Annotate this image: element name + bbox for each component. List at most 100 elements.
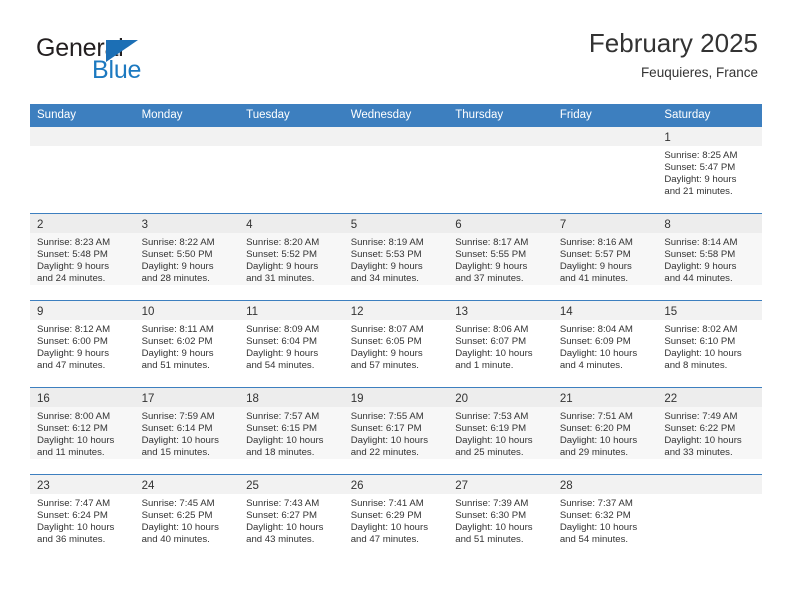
calendar-day-cell[interactable]: 13 Sunrise: 8:06 AM Sunset: 6:07 PM Dayligh…	[448, 300, 553, 388]
day-cell-body	[30, 146, 135, 150]
day-cell-inner: 3 Sunrise: 8:22 AM Sunset: 5:50 PM Daylight…	[134, 214, 240, 300]
sunrise-text: Sunrise: 8:19 AM	[350, 237, 424, 248]
day-cell-inner: 16 Sunrise: 8:00 AM Sunset: 6:12 PM Dayligh…	[30, 388, 135, 474]
calendar-day-cell[interactable]: 23 Sunrise: 7:47 AM Sunset: 6:24 PM Dayligh…	[30, 474, 135, 561]
daylight-text-line1: Daylight: 10 hours	[350, 434, 429, 446]
calendar-day-cell[interactable]: 21 Sunrise: 7:51 AM Sunset: 6:20 PM Dayligh…	[552, 387, 658, 475]
calendar-day-cell[interactable]: 5 Sunrise: 8:19 AM Sunset: 5:53 PM Daylight…	[343, 213, 449, 301]
daylight-text-line1: Daylight: 9 hours	[350, 347, 423, 359]
day-number-band	[343, 127, 449, 146]
daylight-text-line1: Daylight: 10 hours	[664, 347, 742, 359]
day-cell-inner: 19 Sunrise: 7:55 AM Sunset: 6:17 PM Dayligh…	[343, 388, 449, 474]
daylight-text-line1: Daylight: 9 hours	[246, 260, 319, 272]
calendar-day-cell[interactable]: 22 Sunrise: 7:49 AM Sunset: 6:22 PM Dayligh…	[657, 387, 762, 475]
calendar-day-cell[interactable]: 2 Sunrise: 8:23 AM Sunset: 5:48 PM Daylight…	[30, 213, 135, 301]
sunrise-text: Sunrise: 8:09 AM	[246, 324, 320, 335]
calendar-day-cell[interactable]: 27 Sunrise: 7:39 AM Sunset: 6:30 PM Dayligh…	[448, 474, 553, 561]
daylight-text-line1: Daylight: 9 hours	[664, 173, 737, 185]
calendar-week-row: 9 Sunrise: 8:12 AM Sunset: 6:00 PM Daylight…	[30, 300, 762, 388]
calendar-day-cell[interactable]: 16 Sunrise: 8:00 AM Sunset: 6:12 PM Dayligh…	[30, 387, 135, 475]
day-cell-inner: 17 Sunrise: 7:59 AM Sunset: 6:14 PM Dayligh…	[134, 388, 240, 474]
calendar-day-cell-empty	[30, 126, 135, 214]
sunrise-text: Sunrise: 8:12 AM	[37, 324, 111, 335]
calendar-week-row: 2 Sunrise: 8:23 AM Sunset: 5:48 PM Daylight…	[30, 213, 762, 301]
day-number-band: 20	[448, 388, 553, 407]
sunset-text: Sunset: 5:53 PM	[350, 248, 422, 260]
calendar-day-cell[interactable]: 4 Sunrise: 8:20 AM Sunset: 5:52 PM Daylight…	[239, 213, 344, 301]
sunrise-text: Sunrise: 7:45 AM	[141, 498, 215, 509]
sunrise-text: Sunrise: 8:11 AM	[141, 324, 214, 335]
day-cell-inner: 14 Sunrise: 8:04 AM Sunset: 6:09 PM Dayligh…	[552, 301, 658, 387]
day-number-band: 24	[134, 475, 240, 494]
day-cell-inner: 2 Sunrise: 8:23 AM Sunset: 5:48 PM Daylight…	[30, 214, 135, 300]
calendar-day-cell[interactable]: 15 Sunrise: 8:02 AM Sunset: 6:10 PM Dayligh…	[657, 300, 762, 388]
sunset-text: Sunset: 6:00 PM	[37, 335, 108, 347]
calendar-day-cell[interactable]: 11 Sunrise: 8:09 AM Sunset: 6:04 PM Dayligh…	[239, 300, 344, 388]
daylight-text-line2: and 33 minutes.	[664, 446, 733, 458]
calendar-day-cell[interactable]: 20 Sunrise: 7:53 AM Sunset: 6:19 PM Dayligh…	[448, 387, 553, 475]
sunrise-text: Sunrise: 7:43 AM	[246, 498, 320, 509]
sunset-text: Sunset: 6:29 PM	[350, 509, 422, 521]
calendar-day-cell[interactable]: 1 Sunrise: 8:25 AM Sunset: 5:47 PM Daylight…	[657, 126, 762, 214]
day-cell-inner: 12 Sunrise: 8:07 AM Sunset: 6:05 PM Dayligh…	[343, 301, 449, 387]
sunrise-text: Sunrise: 7:49 AM	[664, 411, 738, 422]
day-number: 27	[455, 480, 469, 492]
day-number-band: 21	[552, 388, 658, 407]
day-number: 22	[664, 393, 678, 405]
day-cell-inner	[552, 127, 658, 213]
calendar-day-cell[interactable]: 25 Sunrise: 7:43 AM Sunset: 6:27 PM Dayligh…	[239, 474, 344, 561]
sunrise-text: Sunrise: 8:16 AM	[559, 237, 633, 248]
calendar-day-cell[interactable]: 8 Sunrise: 8:14 AM Sunset: 5:58 PM Daylight…	[657, 213, 762, 301]
daylight-text-line2: and 47 minutes.	[350, 533, 419, 545]
calendar-day-cell[interactable]: 9 Sunrise: 8:12 AM Sunset: 6:00 PM Daylight…	[30, 300, 135, 388]
daylight-text-line2: and 15 minutes.	[141, 446, 210, 458]
calendar-day-cell[interactable]: 26 Sunrise: 7:41 AM Sunset: 6:29 PM Dayligh…	[343, 474, 449, 561]
sunrise-text: Sunrise: 8:06 AM	[455, 324, 529, 335]
weekday-header-monday: Monday	[134, 104, 240, 127]
calendar-day-cell[interactable]: 7 Sunrise: 8:16 AM Sunset: 5:57 PM Daylight…	[552, 213, 658, 301]
day-cell-inner: 23 Sunrise: 7:47 AM Sunset: 6:24 PM Dayligh…	[30, 475, 135, 561]
calendar-day-cell[interactable]: 3 Sunrise: 8:22 AM Sunset: 5:50 PM Daylight…	[134, 213, 240, 301]
calendar-day-cell[interactable]: 14 Sunrise: 8:04 AM Sunset: 6:09 PM Dayligh…	[552, 300, 658, 388]
day-cell-body	[448, 146, 553, 150]
calendar-day-cell-empty	[552, 126, 658, 214]
day-cell-body: Sunrise: 7:41 AM Sunset: 6:29 PM Daylight:…	[344, 494, 449, 546]
daylight-text-line2: and 4 minutes.	[559, 359, 623, 371]
sunrise-text: Sunrise: 8:20 AM	[246, 237, 320, 248]
calendar-day-cell[interactable]: 6 Sunrise: 8:17 AM Sunset: 5:55 PM Daylight…	[448, 213, 553, 301]
daylight-text-line1: Daylight: 10 hours	[350, 521, 429, 533]
day-number: 18	[246, 393, 259, 405]
day-number: 7	[559, 219, 567, 231]
day-number: 2	[37, 219, 44, 231]
day-number: 21	[559, 393, 573, 405]
calendar-day-cell[interactable]: 17 Sunrise: 7:59 AM Sunset: 6:14 PM Dayligh…	[134, 387, 240, 475]
day-cell-body: Sunrise: 8:06 AM Sunset: 6:07 PM Daylight:…	[448, 320, 553, 372]
daylight-text-line1: Daylight: 9 hours	[141, 260, 214, 272]
daylight-text-line1: Daylight: 9 hours	[455, 260, 528, 272]
sunrise-text: Sunrise: 8:17 AM	[455, 237, 529, 248]
day-number-band: 7	[552, 214, 658, 233]
day-cell-body: Sunrise: 8:12 AM Sunset: 6:00 PM Daylight:…	[30, 320, 135, 372]
day-number-band: 22	[657, 388, 762, 407]
day-number-band: 19	[343, 388, 449, 407]
calendar-day-cell[interactable]: 10 Sunrise: 8:11 AM Sunset: 6:02 PM Dayligh…	[134, 300, 240, 388]
weekday-header-friday: Friday	[552, 104, 658, 127]
day-number-band: 27	[448, 475, 553, 494]
calendar-day-cell[interactable]: 19 Sunrise: 7:55 AM Sunset: 6:17 PM Dayligh…	[343, 387, 449, 475]
day-number-band: 3	[134, 214, 240, 233]
sunset-text: Sunset: 6:22 PM	[664, 422, 736, 434]
calendar-day-cell[interactable]: 18 Sunrise: 7:57 AM Sunset: 6:15 PM Dayligh…	[239, 387, 344, 475]
weekday-header-sunday: Sunday	[30, 104, 135, 127]
sunset-text: Sunset: 6:04 PM	[246, 335, 318, 347]
day-cell-body	[344, 146, 449, 150]
day-number: 10	[141, 306, 155, 318]
page-title: February 2025	[588, 28, 758, 58]
sunrise-text: Sunrise: 7:39 AM	[455, 498, 529, 509]
day-number: 12	[350, 306, 364, 318]
day-cell-body: Sunrise: 8:07 AM Sunset: 6:05 PM Daylight:…	[344, 320, 449, 372]
daylight-text-line1: Daylight: 9 hours	[559, 260, 632, 272]
calendar-day-cell[interactable]: 24 Sunrise: 7:45 AM Sunset: 6:25 PM Dayligh…	[134, 474, 240, 561]
calendar-day-cell[interactable]: 28 Sunrise: 7:37 AM Sunset: 6:32 PM Dayligh…	[552, 474, 658, 561]
daylight-text-line1: Daylight: 10 hours	[664, 434, 742, 446]
calendar-day-cell[interactable]: 12 Sunrise: 8:07 AM Sunset: 6:05 PM Dayligh…	[343, 300, 449, 388]
